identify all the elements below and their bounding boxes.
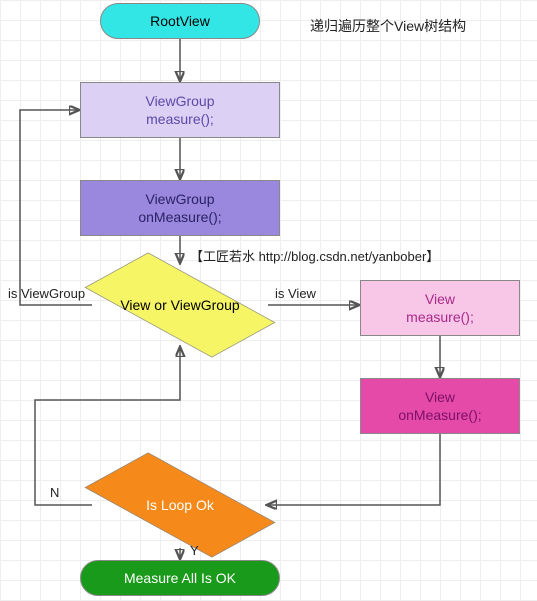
node-label-line2: measure(); [145,110,214,128]
edge-label-is-view: is View [275,286,316,301]
node-label-line1: ViewGroup [138,190,221,208]
node-decision-view-or-viewgroup: View or ViewGroup [90,260,270,350]
node-label-line2: onMeasure(); [138,208,221,226]
annotation-watermark: 【工匠若水 http://blog.csdn.net/yanbober】 [190,246,439,265]
node-viewgroup-onmeasure: ViewGroup onMeasure(); [80,180,280,236]
node-label-line1: View [398,388,481,406]
node-rootview: RootView [100,3,260,39]
node-label-line2: onMeasure(); [398,406,481,424]
node-label: RootView [150,12,210,30]
node-decision-is-loop-ok: Is Loop Ok [90,460,270,550]
node-view-onmeasure: View onMeasure(); [360,378,520,434]
node-viewgroup-measure: ViewGroup measure(); [80,82,280,138]
node-final: Measure All Is OK [80,560,280,596]
node-label-line1: ViewGroup [145,92,214,110]
node-view-measure: View measure(); [360,280,520,336]
node-label-line2: measure(); [406,308,474,326]
node-label: Is Loop Ok [140,497,220,513]
node-label: View or ViewGroup [114,297,245,313]
node-label: Measure All Is OK [124,569,236,587]
edge-label-no: N [50,485,59,500]
edge-label-yes: Y [190,543,199,558]
node-label-line1: View [406,290,474,308]
annotation-title: 递归遍历整个View树结构 [310,16,466,36]
edge-label-is-viewgroup: is ViewGroup [8,286,85,301]
